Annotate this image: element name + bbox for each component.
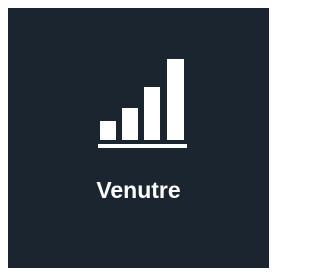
- bar-4: [167, 59, 184, 140]
- bar-chart-icon: [98, 59, 187, 148]
- bar-2: [122, 108, 138, 140]
- bar-3: [144, 87, 160, 140]
- bar-1: [100, 121, 116, 140]
- baseline: [98, 144, 187, 148]
- app-label: Venutre: [96, 177, 181, 203]
